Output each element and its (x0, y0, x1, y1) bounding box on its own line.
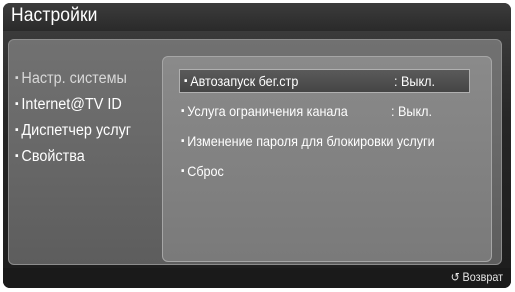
bullet-icon: ▪ (181, 105, 185, 117)
left-menu-item-internet-tv-id[interactable]: ▪ Internet@TV ID (15, 91, 131, 117)
bottom-bar: ↺ Возврат (3, 268, 511, 288)
bullet-icon: ▪ (15, 124, 19, 136)
option-value: : Выкл. (394, 73, 435, 89)
bullet-icon: ▪ (181, 165, 185, 177)
settings-panel: ▪ Настр. системы ▪ Internet@TV ID ▪ Диспетч… (8, 39, 502, 265)
page-title: Настройки (11, 5, 98, 26)
left-menu-item-service-manager[interactable]: ▪ Диспетчер услуг (15, 117, 131, 143)
return-button[interactable]: ↺ Возврат (451, 270, 503, 284)
option-autostart-ticker[interactable]: ▪ Автозапуск бег.стр : Выкл. (179, 69, 470, 93)
bullet-icon: ▪ (184, 75, 188, 87)
option-channel-restriction[interactable]: ▪ Услуга ограничения канала : Выкл. (181, 99, 432, 123)
option-value: : Выкл. (391, 103, 432, 119)
return-label: Возврат (462, 270, 504, 284)
left-menu-item-label: Настр. системы (21, 70, 127, 87)
left-menu-item-label: Internet@TV ID (21, 96, 122, 113)
option-label: Сброс (187, 163, 224, 179)
tv-screen: Настройки ▪ Настр. системы ▪ Internet@TV I… (3, 3, 511, 288)
left-menu-item-label: Диспетчер услуг (21, 122, 132, 139)
left-menu: ▪ Настр. системы ▪ Internet@TV ID ▪ Диспетч… (15, 65, 140, 169)
return-arrow-icon: ↺ (450, 270, 460, 284)
left-menu-item-label: Свойства (21, 148, 85, 165)
bullet-icon: ▪ (15, 98, 19, 110)
option-change-lock-password[interactable]: ▪ Изменение пароля для блокировки услуги (181, 129, 463, 153)
title-bar: Настройки (3, 3, 511, 31)
left-menu-item-properties[interactable]: ▪ Свойства (15, 143, 131, 169)
options-panel: ▪ Автозапуск бег.стр : Выкл. ▪ Услуга огра… (162, 56, 492, 262)
option-label: Услуга ограничения канала (187, 103, 348, 119)
option-label: Автозапуск бег.стр (190, 73, 299, 89)
option-reset[interactable]: ▪ Сброс (181, 159, 229, 183)
bullet-icon: ▪ (181, 135, 185, 147)
left-menu-item-system-settings[interactable]: ▪ Настр. системы (15, 65, 131, 91)
bullet-icon: ▪ (15, 72, 19, 84)
option-label: Изменение пароля для блокировки услуги (187, 133, 435, 149)
bullet-icon: ▪ (15, 150, 19, 162)
